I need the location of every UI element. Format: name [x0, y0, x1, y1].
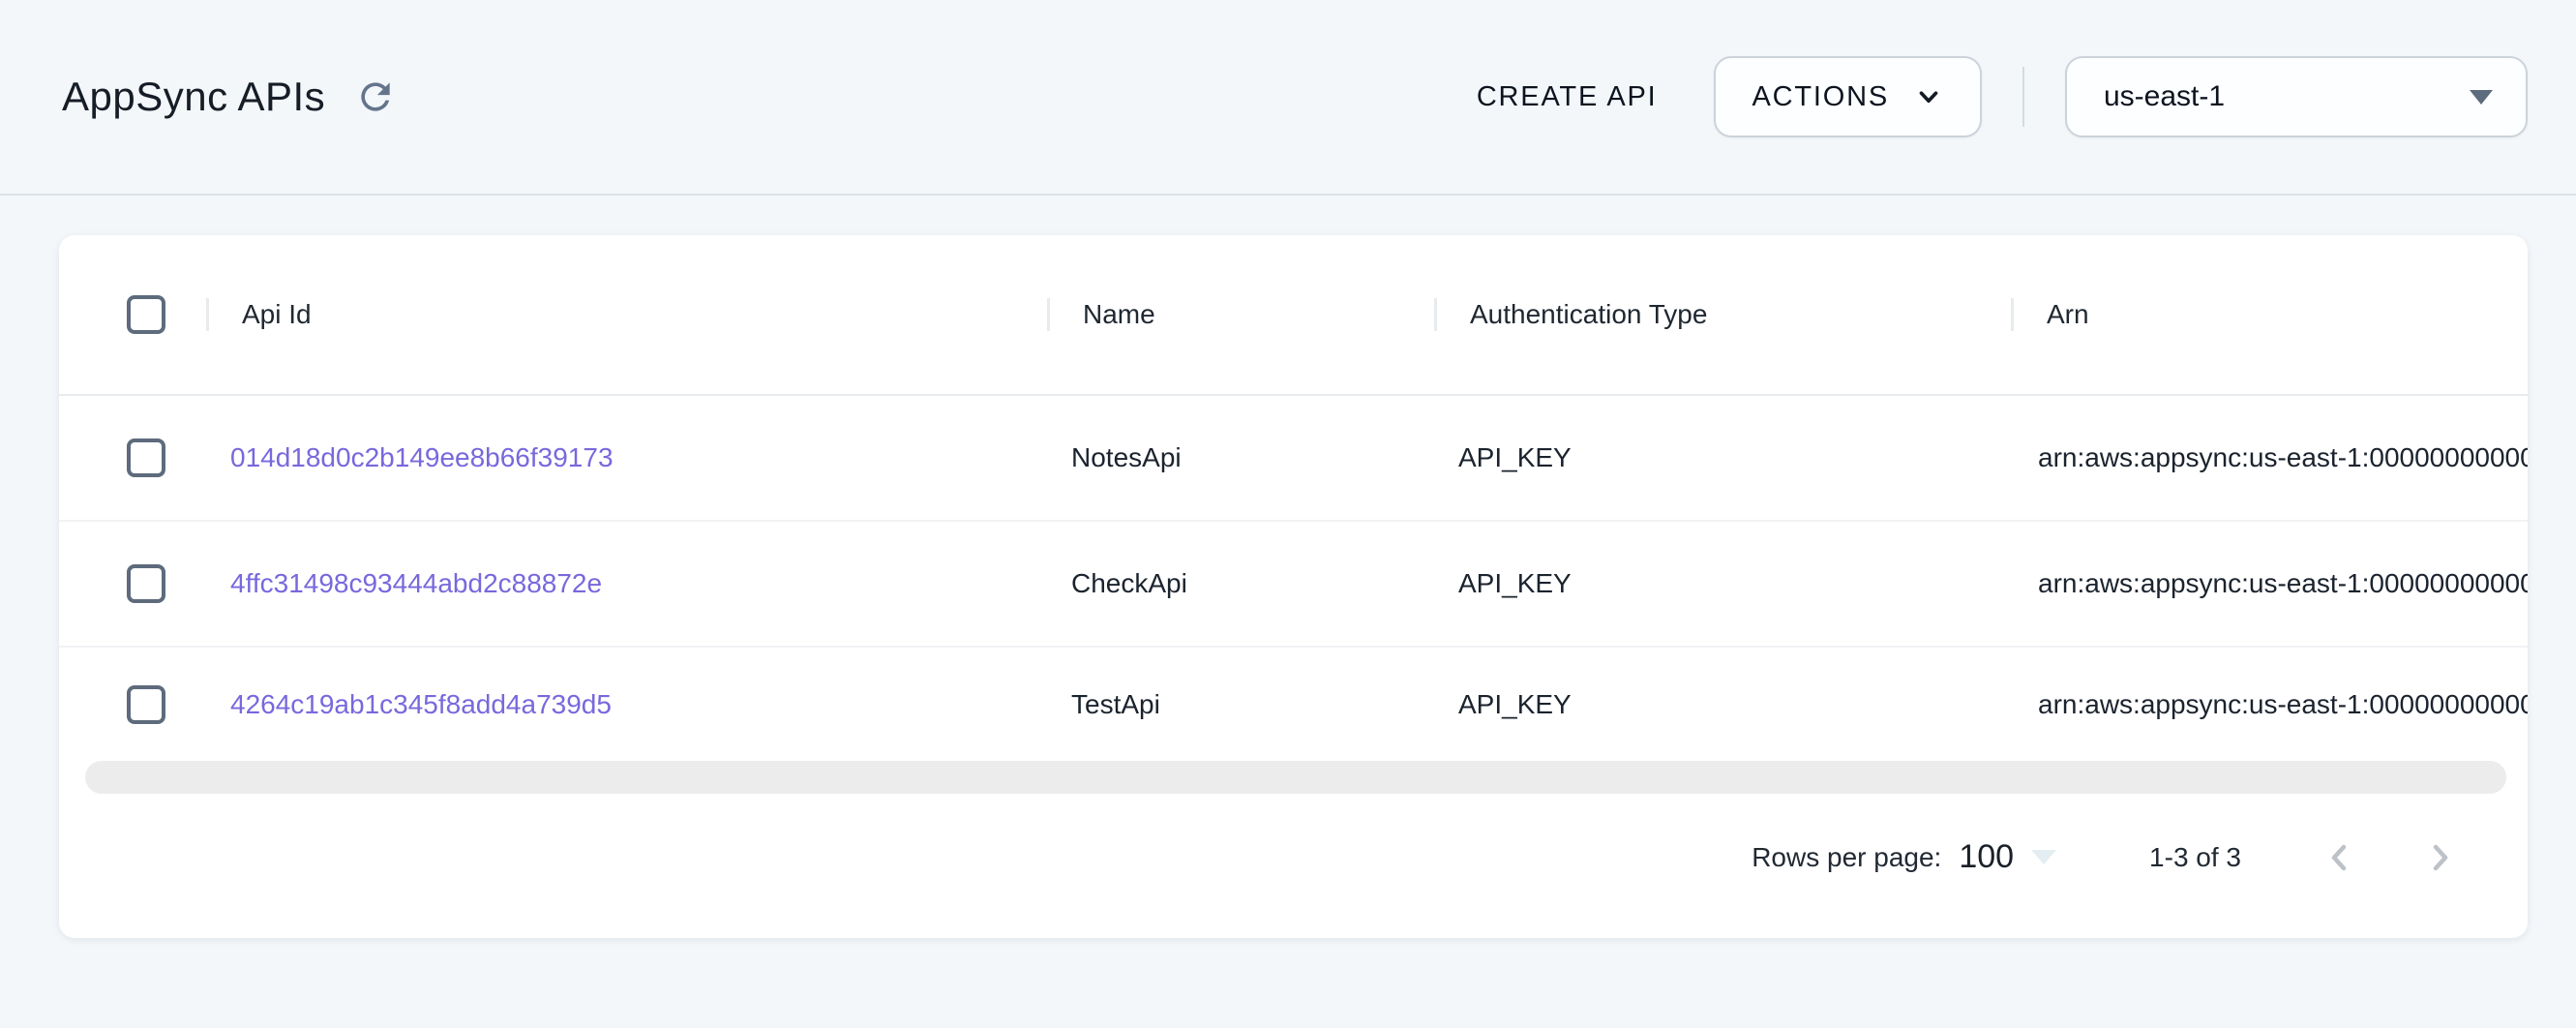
column-header-name[interactable]: Name [1047, 235, 1434, 394]
rows-per-page-select[interactable]: 100 [1959, 838, 2056, 876]
chevron-right-icon [2418, 836, 2461, 879]
api-id-cell: 4ffc31498c93444abd2c88872e [206, 568, 1047, 599]
actions-button-label: ACTIONS [1752, 81, 1890, 113]
column-header-label: Api Id [242, 299, 312, 330]
table-header-row: Api Id Name Authentication Type Arn [59, 235, 2528, 396]
arn-cell: arn:aws:appsync:us-east-1:000000000000 [2011, 689, 2528, 720]
table-row: 4264c19ab1c345f8add4a739d5 TestApi API_K… [59, 648, 2528, 761]
column-header-api-id[interactable]: Api Id [206, 235, 1047, 394]
column-separator [2011, 298, 2014, 331]
previous-page-button[interactable] [2317, 834, 2363, 881]
page-range-label: 1-3 of 3 [2149, 842, 2241, 873]
auth-type-cell: API_KEY [1434, 568, 2011, 599]
table-row: 4ffc31498c93444abd2c88872e CheckApi API_… [59, 522, 2528, 648]
chevron-left-icon [2319, 836, 2361, 879]
refresh-button[interactable] [352, 74, 399, 120]
next-page-button[interactable] [2416, 834, 2463, 881]
create-api-button[interactable]: CREATE API [1477, 81, 1658, 113]
column-header-label: Name [1083, 299, 1155, 330]
row-checkbox[interactable] [127, 685, 165, 724]
column-separator [1047, 298, 1050, 331]
table-row: 014d18d0c2b149ee8b66f39173 NotesApi API_… [59, 396, 2528, 522]
column-header-arn[interactable]: Arn [2011, 235, 2528, 394]
region-select[interactable]: us-east-1 [2065, 56, 2528, 137]
row-checkbox[interactable] [127, 438, 165, 477]
select-all-cell [59, 295, 206, 334]
rows-per-page-label: Rows per page: [1752, 842, 1941, 873]
select-all-checkbox[interactable] [127, 295, 165, 334]
page-title: AppSync APIs [62, 74, 325, 120]
row-checkbox[interactable] [127, 564, 165, 603]
column-header-authentication-type[interactable]: Authentication Type [1434, 235, 2011, 394]
horizontal-scrollbar[interactable] [85, 761, 2506, 794]
top-bar: AppSync APIs CREATE API ACTIONS us-east-… [0, 0, 2576, 196]
column-separator [206, 298, 209, 331]
api-id-link[interactable]: 4264c19ab1c345f8add4a739d5 [230, 689, 612, 719]
column-header-label: Arn [2047, 299, 2089, 330]
api-id-link[interactable]: 014d18d0c2b149ee8b66f39173 [230, 442, 614, 472]
auth-type-cell: API_KEY [1434, 689, 2011, 720]
apis-table-card: Api Id Name Authentication Type Arn 014d… [59, 235, 2528, 938]
region-select-value: us-east-1 [2104, 80, 2225, 113]
chevron-down-icon [1914, 82, 1943, 111]
api-id-cell: 014d18d0c2b149ee8b66f39173 [206, 442, 1047, 473]
rows-per-page-value: 100 [1959, 838, 2014, 876]
row-select-cell [59, 438, 206, 477]
row-select-cell [59, 564, 206, 603]
topbar-divider [2022, 67, 2024, 127]
actions-button[interactable]: ACTIONS [1714, 56, 1983, 137]
arn-cell: arn:aws:appsync:us-east-1:000000000000 [2011, 442, 2528, 473]
caret-down-icon [2470, 90, 2493, 105]
column-header-label: Authentication Type [1470, 299, 1707, 330]
row-select-cell [59, 685, 206, 724]
column-separator [1434, 298, 1437, 331]
name-cell: NotesApi [1047, 442, 1434, 473]
name-cell: CheckApi [1047, 568, 1434, 599]
name-cell: TestApi [1047, 689, 1434, 720]
caret-down-icon [2031, 850, 2056, 864]
arn-cell: arn:aws:appsync:us-east-1:000000000000 [2011, 568, 2528, 599]
refresh-icon [354, 76, 397, 118]
api-id-link[interactable]: 4ffc31498c93444abd2c88872e [230, 568, 602, 598]
auth-type-cell: API_KEY [1434, 442, 2011, 473]
api-id-cell: 4264c19ab1c345f8add4a739d5 [206, 689, 1047, 720]
pagination-footer: Rows per page: 100 1-3 of 3 [59, 794, 2528, 938]
